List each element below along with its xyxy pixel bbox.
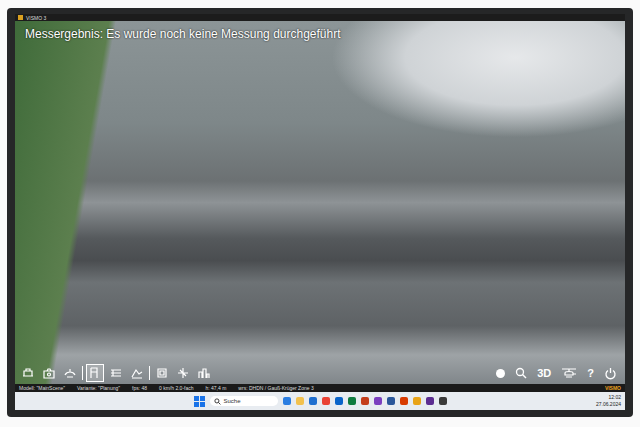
- clock: 12:02 27.06.2024: [596, 394, 621, 408]
- scene-viewport[interactable]: Messergebnis: Es wurde noch keine Messun…: [15, 21, 625, 384]
- tool-icon: [197, 366, 211, 380]
- tool-icon: [88, 366, 102, 380]
- status-item: Variante: "Planung": [77, 385, 120, 391]
- photo-page: VISMO 3 Messergebnis: Es wurde noch kein…: [0, 0, 640, 427]
- tool-group: [19, 364, 213, 382]
- taskbar-app-icon[interactable]: [348, 397, 356, 405]
- tool-icon: [63, 366, 77, 380]
- clock-date: 27.06.2024: [596, 401, 621, 408]
- helicopter-icon[interactable]: [561, 367, 577, 379]
- status-item: wrs: DHDN / Gauß-Krüger Zone 3: [238, 385, 313, 391]
- tool-button[interactable]: [40, 364, 58, 382]
- clock-time: 12:02: [608, 394, 621, 401]
- status-item: fps: 48: [132, 385, 147, 391]
- tool-icon: [155, 366, 169, 380]
- tool-icon: [42, 366, 56, 380]
- taskbar-app-icon[interactable]: [387, 397, 395, 405]
- tool-button[interactable]: [86, 364, 104, 382]
- taskbar-app-icon[interactable]: [309, 397, 317, 405]
- taskbar-app-icon[interactable]: [413, 397, 421, 405]
- title-bar: VISMO 3: [15, 14, 625, 21]
- taskbar-app-icon[interactable]: [439, 397, 447, 405]
- taskbar-app-icon[interactable]: [400, 397, 408, 405]
- tool-icon: [130, 366, 144, 380]
- taskbar: Suche 12:02 27.06.2024: [15, 392, 625, 410]
- taskbar-search[interactable]: Suche: [210, 396, 278, 406]
- tool-icon: [176, 366, 190, 380]
- windows-start-icon[interactable]: [194, 396, 205, 407]
- taskbar-app-icon[interactable]: [322, 397, 330, 405]
- tool-button[interactable]: [61, 364, 79, 382]
- monitor-frame: VISMO 3 Messergebnis: Es wurde noch kein…: [7, 8, 633, 417]
- view-3d-button[interactable]: 3D: [537, 367, 551, 379]
- status-bar: Modell: "MainScene" Variante: "Planung" fp…: [15, 384, 625, 392]
- tool-separator: [149, 366, 150, 380]
- toolbar: 3D ?: [15, 364, 625, 382]
- tool-icon: [109, 366, 123, 380]
- taskbar-app-icon[interactable]: [335, 397, 343, 405]
- tool-button[interactable]: [195, 364, 213, 382]
- search-icon[interactable]: [515, 367, 527, 379]
- measurement-result: Messergebnis: Es wurde noch keine Messun…: [25, 27, 341, 41]
- status-item: h: 47,4 m: [206, 385, 227, 391]
- tool-button[interactable]: [128, 364, 146, 382]
- status-item: Modell: "MainScene": [19, 385, 65, 391]
- screen: VISMO 3 Messergebnis: Es wurde noch kein…: [15, 14, 625, 410]
- taskbar-app-icon[interactable]: [283, 397, 291, 405]
- search-placeholder: Suche: [224, 398, 241, 404]
- taskbar-app-icon[interactable]: [374, 397, 382, 405]
- tool-icon: [21, 366, 35, 380]
- tool-button[interactable]: [107, 364, 125, 382]
- window-title: VISMO 3: [26, 15, 46, 21]
- app-icon: [18, 15, 23, 20]
- help-button[interactable]: ?: [587, 367, 594, 379]
- record-dot-icon[interactable]: [496, 369, 505, 378]
- power-icon[interactable]: [604, 367, 617, 380]
- tool-button[interactable]: [19, 364, 37, 382]
- taskbar-app-icon[interactable]: [296, 397, 304, 405]
- status-item: 0 km/h 2.0-fach: [159, 385, 193, 391]
- taskbar-app-icon[interactable]: [426, 397, 434, 405]
- taskbar-center: Suche: [194, 396, 447, 407]
- tool-separator: [82, 366, 83, 380]
- taskbar-app-icon[interactable]: [361, 397, 369, 405]
- tool-button[interactable]: [174, 364, 192, 382]
- tool-button[interactable]: [153, 364, 171, 382]
- status-brand: VISMO: [605, 385, 621, 391]
- search-icon: [214, 398, 221, 405]
- view-tools: 3D ?: [496, 367, 621, 380]
